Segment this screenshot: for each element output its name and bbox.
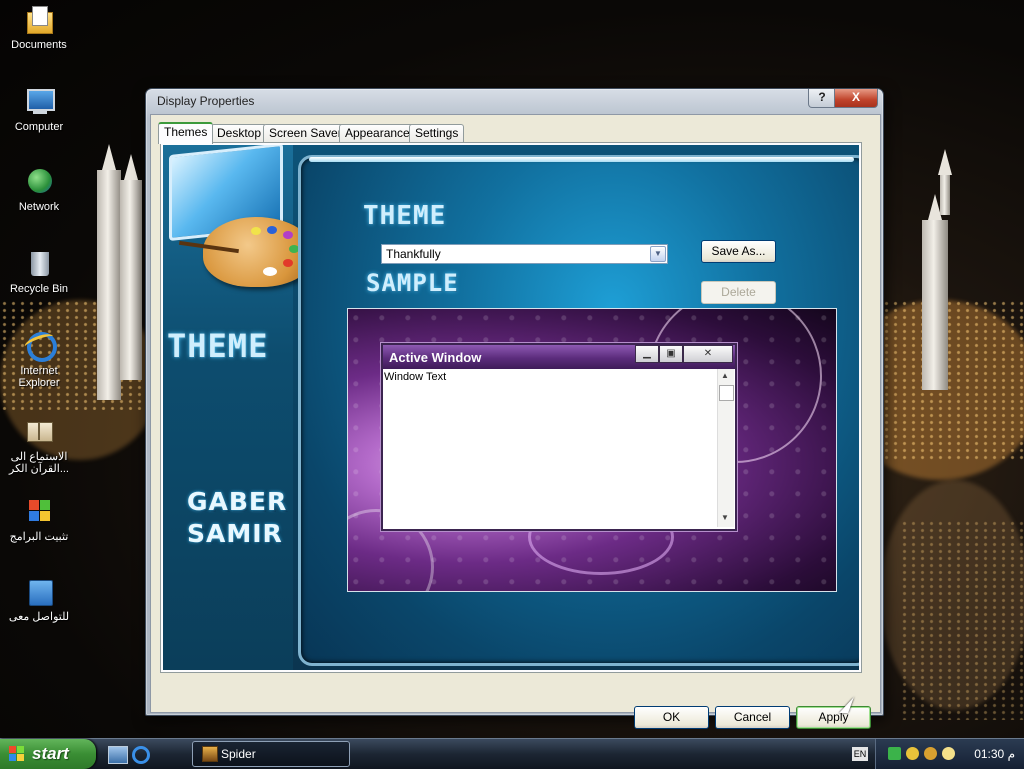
sample-active-window: Active Window ▁ ▣ ✕ Window Text ▲ ▼ xyxy=(381,343,737,531)
computer-icon xyxy=(23,86,55,118)
desktop-icon-quran[interactable]: الاستماع الى القرآن الكر... xyxy=(0,416,78,475)
sample-window-body: Window Text xyxy=(383,369,717,527)
system-tray: 01:30 م xyxy=(875,739,1024,769)
scroll-down-icon: ▼ xyxy=(721,513,729,522)
contact-icon xyxy=(23,576,55,608)
theme-select-value: Thankfully xyxy=(386,247,441,261)
sample-window-title: Active Window xyxy=(389,350,482,365)
taskbar: start Spider EN 01:30 م xyxy=(0,738,1024,769)
tray-magic-icon[interactable] xyxy=(942,747,955,760)
author-name-line2: SAMIR xyxy=(187,519,283,548)
start-label: start xyxy=(32,744,69,763)
author-name-line1: GABER xyxy=(187,487,288,516)
display-properties-window: Display Properties ? X Themes Desktop Sc… xyxy=(145,88,884,729)
theme-sample-preview: Active Window ▁ ▣ ✕ Window Text ▲ ▼ xyxy=(347,308,837,592)
desktop-icon-contact[interactable]: للتواصل معى xyxy=(0,576,78,623)
sample-window-text: Window Text xyxy=(384,371,447,383)
delete-button[interactable]: Delete xyxy=(701,281,776,304)
desktop-icon-label: للتواصل معى xyxy=(8,611,70,623)
desktop-icon-label: Documents xyxy=(11,39,67,51)
taskbar-item-label: Spider xyxy=(221,747,256,761)
desktop-icon-documents[interactable]: Documents xyxy=(0,4,78,51)
tray-messenger-icon[interactable] xyxy=(906,747,919,760)
internet-explorer-icon[interactable] xyxy=(132,746,150,764)
windows-logo-icon xyxy=(9,746,25,762)
close-button[interactable]: X xyxy=(834,89,878,108)
desktop-icon-label: تثبيت البرامج xyxy=(9,531,69,543)
save-as-button[interactable]: Save As... xyxy=(701,240,776,263)
left-decor-column: THEME GABER SAMIR xyxy=(163,145,315,670)
tab-desktop[interactable]: Desktop xyxy=(211,124,268,142)
desktop-icon-label: Internet Explorer xyxy=(18,365,60,389)
desktop-icon-network[interactable]: Network xyxy=(0,166,78,213)
network-icon xyxy=(23,166,55,198)
themes-tab-panel: THEME GABER SAMIR THEME SAMPLE Thankfull… xyxy=(160,142,862,673)
tab-appearance[interactable]: Appearance xyxy=(339,124,416,142)
tray-app-icon[interactable] xyxy=(888,747,901,760)
clock: 01:30 م xyxy=(974,747,1015,761)
desktop-icon-install-programs[interactable]: تثبيت البرامج xyxy=(0,496,78,543)
desktop-icon-recycle-bin[interactable]: Recycle Bin xyxy=(0,248,78,295)
sample-scrollbar: ▲ ▼ xyxy=(717,369,734,527)
close-icon: ✕ xyxy=(683,345,733,363)
recycle-bin-icon xyxy=(23,248,55,280)
desktop-icon-label: Network xyxy=(18,201,60,213)
minimize-icon: ▁ xyxy=(635,345,659,363)
theme-select[interactable]: Thankfully ▼ xyxy=(381,244,668,264)
tab-settings[interactable]: Settings xyxy=(409,124,465,142)
show-desktop-icon[interactable] xyxy=(108,746,128,764)
desktop-icon-label: Recycle Bin xyxy=(9,283,69,295)
tab-screen-saver[interactable]: Screen Saver xyxy=(263,124,348,142)
windows-logo-icon xyxy=(23,496,55,528)
taskbar-item-spider[interactable]: Spider xyxy=(192,741,350,767)
apply-button[interactable]: Apply xyxy=(796,706,871,729)
desktop-icon-internet-explorer[interactable]: Internet Explorer xyxy=(0,330,78,389)
maximize-icon: ▣ xyxy=(659,345,683,363)
spider-app-icon xyxy=(202,746,218,762)
scroll-thumb xyxy=(719,385,734,401)
book-icon xyxy=(23,416,55,448)
chevron-down-icon[interactable]: ▼ xyxy=(650,246,666,262)
left-theme-label: THEME xyxy=(167,327,269,365)
decor-top-bar xyxy=(309,157,854,162)
internet-explorer-icon xyxy=(23,330,57,362)
scroll-up-icon: ▲ xyxy=(721,371,729,380)
help-button[interactable]: ? xyxy=(808,89,836,108)
cancel-button[interactable]: Cancel xyxy=(715,706,790,729)
dialog-client-area: Themes Desktop Screen Saver Appearance S… xyxy=(150,114,881,729)
tray-status-icon[interactable] xyxy=(924,747,937,760)
tab-themes[interactable]: Themes xyxy=(158,122,214,144)
folder-icon xyxy=(23,4,55,36)
desktop-icon-computer[interactable]: Computer xyxy=(0,86,78,133)
window-title: Display Properties xyxy=(157,94,255,108)
desktop-icon-label: الاستماع الى القرآن الكر... xyxy=(9,451,69,475)
language-indicator[interactable]: EN xyxy=(852,747,868,761)
theme-header: THEME xyxy=(363,201,447,231)
themed-skin-background: THEME GABER SAMIR THEME SAMPLE Thankfull… xyxy=(163,145,859,670)
desktop-icon-label: Computer xyxy=(14,121,64,133)
ok-button[interactable]: OK xyxy=(634,706,709,729)
start-button[interactable]: start xyxy=(0,739,96,769)
sample-header: SAMPLE xyxy=(366,269,459,297)
